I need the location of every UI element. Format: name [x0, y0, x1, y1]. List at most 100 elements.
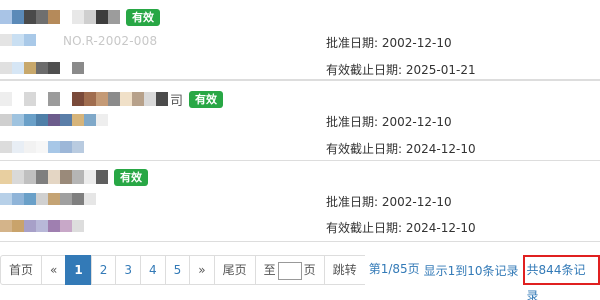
approval-date-value: 2002-12-10 — [381, 36, 452, 50]
mosaic-cell — [60, 10, 72, 24]
prev-page-link[interactable]: « — [41, 255, 67, 285]
redacted-registration-line: NO.R-2002-008 — [0, 34, 157, 48]
mosaic-cell — [12, 34, 24, 46]
approval-date-label: 批准日期: — [326, 115, 379, 129]
record-item[interactable]: 有效 批准日期: 2002-12-10 有效截止日期: 2024-12-10 — [0, 161, 600, 242]
mosaic-cell — [48, 193, 60, 205]
mosaic-cell — [0, 34, 12, 46]
mosaic-cell — [72, 193, 84, 205]
record-title[interactable]: 有效 — [0, 6, 160, 28]
expiry-date-value: 2025-01-21 — [405, 63, 476, 77]
mosaic-cell — [12, 193, 24, 205]
total-records-info: 共844条记录 — [522, 255, 600, 300]
mosaic-cell — [48, 114, 60, 126]
record-title[interactable]: 司 有效 — [0, 88, 224, 110]
page-link-3[interactable]: 3 — [115, 255, 141, 285]
mosaic-cell — [48, 220, 60, 232]
mosaic-cell — [96, 170, 108, 184]
approval-date-label: 批准日期: — [326, 195, 379, 209]
mosaic-cell — [36, 114, 48, 126]
redacted-registration-text: NO.R-2002-008 — [63, 34, 158, 48]
mosaic-cell — [12, 10, 24, 24]
mosaic-cell — [60, 114, 72, 126]
redacted-mosaic — [0, 34, 60, 48]
mosaic-cell — [108, 92, 120, 106]
mosaic-cell — [0, 141, 12, 153]
mosaic-cell — [36, 170, 48, 184]
expiry-date-label: 有效截止日期: — [326, 221, 403, 235]
mosaic-cell — [120, 92, 132, 106]
expiry-date-row: 有效截止日期: 2024-12-10 — [326, 219, 476, 236]
mosaic-cell — [48, 62, 60, 74]
mosaic-cell — [0, 170, 12, 184]
mosaic-cell — [60, 220, 72, 232]
mosaic-cell — [84, 170, 96, 184]
mosaic-cell — [60, 141, 72, 153]
record-list: 有效 NO.R-2002-008 批准日期: 2002-12-10 有效截止日期… — [0, 0, 600, 80]
goto-page-input[interactable] — [277, 261, 302, 280]
redacted-registration-line — [0, 193, 96, 207]
mosaic-cell — [12, 170, 24, 184]
mosaic-cell — [36, 220, 48, 232]
mosaic-cell — [24, 92, 36, 106]
mosaic-cell — [36, 92, 48, 106]
mosaic-cell — [84, 193, 96, 205]
mosaic-cell — [36, 193, 48, 205]
next-page-link[interactable]: » — [189, 255, 215, 285]
mosaic-cell — [24, 193, 36, 205]
mosaic-cell — [84, 10, 96, 24]
redacted-company-line — [0, 141, 84, 155]
mosaic-cell — [72, 170, 84, 184]
mosaic-cell — [72, 220, 84, 232]
expiry-date-row: 有效截止日期: 2025-01-21 — [326, 61, 476, 78]
approval-date-value: 2002-12-10 — [381, 195, 452, 209]
redacted-title-mosaic — [0, 170, 108, 184]
mosaic-cell — [24, 220, 36, 232]
approval-date-label: 批准日期: — [326, 36, 379, 50]
goto-prefix: 至 — [263, 263, 276, 277]
record-item[interactable]: 司 有效 批准日期: 2002-12-10 有效截止日期: 2024-12-10 — [0, 80, 600, 161]
last-page-link[interactable]: 尾页 — [213, 255, 256, 285]
mosaic-cell — [36, 141, 48, 153]
redacted-mosaic — [0, 141, 84, 155]
mosaic-cell — [48, 170, 60, 184]
redacted-company-line — [0, 62, 84, 76]
page-link-2[interactable]: 2 — [90, 255, 117, 285]
page-link-5[interactable]: 5 — [164, 255, 191, 285]
mosaic-cell — [24, 62, 36, 74]
title-suffix-text: 司 — [170, 93, 184, 109]
redacted-company-line — [0, 220, 84, 234]
expiry-date-value: 2024-12-10 — [405, 142, 476, 156]
record-item[interactable]: 有效 NO.R-2002-008 批准日期: 2002-12-10 有效截止日期… — [0, 0, 600, 80]
mosaic-cell — [0, 193, 12, 205]
jump-button[interactable]: 跳转 — [323, 255, 366, 285]
approval-date-row: 批准日期: 2002-12-10 — [326, 34, 452, 51]
redacted-mosaic — [0, 62, 84, 76]
redacted-title-mosaic — [0, 92, 168, 106]
mosaic-cell — [72, 114, 84, 126]
mosaic-cell — [36, 10, 48, 24]
redacted-mosaic — [0, 114, 108, 128]
mosaic-cell — [12, 141, 24, 153]
mosaic-cell — [144, 92, 156, 106]
mosaic-cell — [132, 92, 144, 106]
record-title[interactable]: 有效 — [0, 166, 148, 188]
goto-suffix: 页 — [303, 263, 316, 277]
expiry-date-label: 有效截止日期: — [326, 142, 403, 156]
mosaic-cell — [0, 92, 12, 106]
pagination: 首页 « 1 2 3 4 5 » 尾页 至页 跳转 第1/85页 显示1到10条… — [0, 254, 600, 300]
approval-date-row: 批准日期: 2002-12-10 — [326, 193, 452, 210]
page-link-4[interactable]: 4 — [140, 255, 166, 285]
redacted-title-mosaic — [0, 10, 120, 24]
mosaic-cell — [24, 170, 36, 184]
page-link-1[interactable]: 1 — [65, 255, 92, 285]
mosaic-cell — [96, 10, 108, 24]
first-page-link[interactable]: 首页 — [0, 255, 43, 285]
mosaic-cell — [72, 10, 84, 24]
mosaic-cell — [0, 220, 12, 232]
status-badge: 有效 — [114, 168, 148, 186]
mosaic-cell — [0, 10, 12, 24]
approval-date-value: 2002-12-10 — [381, 115, 452, 129]
redacted-mosaic — [0, 220, 84, 234]
mosaic-cell — [60, 92, 72, 106]
